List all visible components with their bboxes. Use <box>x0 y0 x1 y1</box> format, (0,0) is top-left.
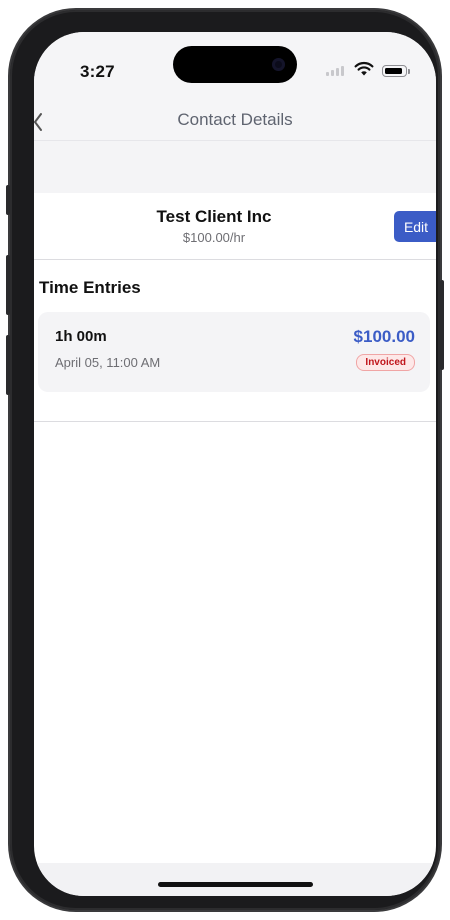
volume-up-button <box>6 255 10 315</box>
client-name: Test Client Inc <box>156 207 272 226</box>
entry-duration: 1h 00m <box>55 328 107 345</box>
status-badge: Invoiced <box>356 354 415 371</box>
status-bar: 3:27 <box>34 32 436 112</box>
battery-tip <box>408 69 410 74</box>
front-camera-icon <box>272 58 285 71</box>
header-spacer <box>34 141 436 193</box>
screen: 3:27 Contact Details Test Client Inc $10… <box>34 32 436 896</box>
bottom-bar <box>34 863 436 896</box>
page-title: Contact Details <box>177 110 293 129</box>
client-hourly-rate: $100.00/hr <box>182 230 246 245</box>
client-card: Test Client Inc $100.00/hr Edit <box>34 193 436 260</box>
volume-down-button <box>6 335 10 395</box>
battery-icon <box>382 65 407 77</box>
battery-level <box>384 67 402 74</box>
home-indicator[interactable] <box>158 882 313 887</box>
time-entries-heading: Time Entries <box>39 278 141 297</box>
entry-amount: $100.00 <box>353 327 415 346</box>
action-button <box>6 185 10 215</box>
power-button <box>440 280 444 370</box>
status-time: 3:27 <box>80 62 115 81</box>
time-entry-card[interactable]: 1h 00m April 05, 11:00 AM $100.00 Invoic… <box>38 312 430 392</box>
cellular-signal-icon <box>326 66 344 76</box>
edit-button[interactable]: Edit <box>394 211 436 242</box>
dynamic-island <box>173 46 297 83</box>
wifi-icon <box>354 61 374 76</box>
navigation-bar: Contact Details <box>34 110 436 141</box>
divider <box>34 421 436 422</box>
phone-frame: 3:27 Contact Details Test Client Inc $10… <box>6 10 444 910</box>
entry-date: April 05, 11:00 AM <box>55 355 161 370</box>
